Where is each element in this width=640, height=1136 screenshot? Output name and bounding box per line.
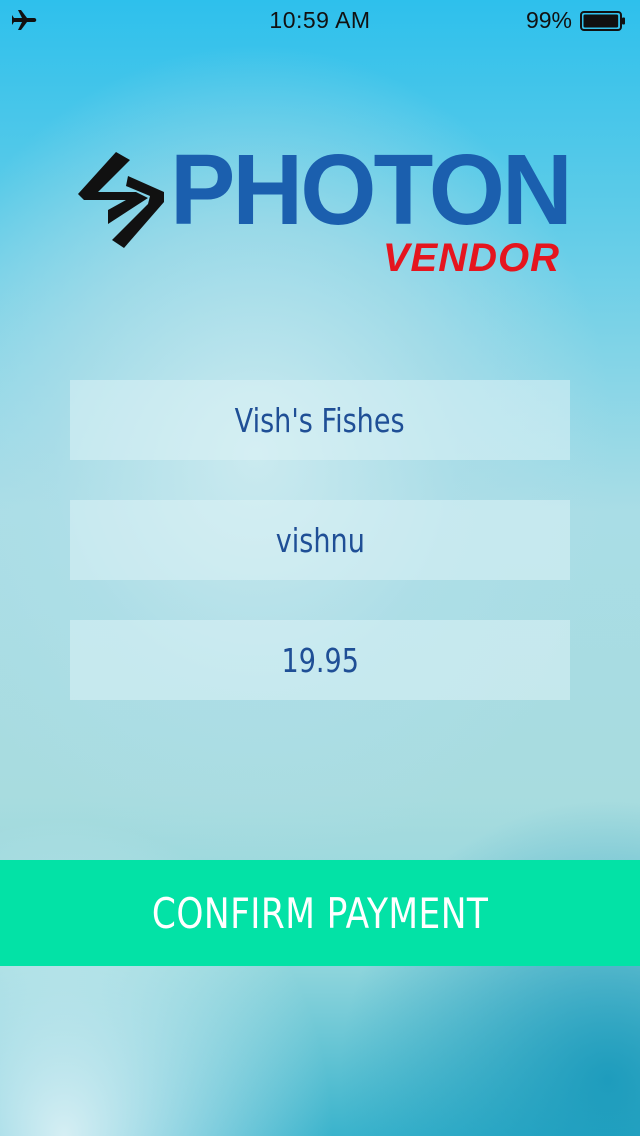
- confirm-payment-button[interactable]: CONFIRM PAYMENT: [0, 860, 640, 966]
- logo-wordmark: PHOTON: [170, 134, 573, 246]
- logo-subtitle: VENDOR: [382, 236, 560, 280]
- amount-value: 19.95: [281, 640, 359, 680]
- photon-vendor-logo: PHOTON VENDOR: [78, 140, 573, 285]
- username-value: vishnu: [275, 520, 365, 560]
- confirm-payment-label: CONFIRM PAYMENT: [151, 888, 489, 938]
- status-bar: 10:59 AM 99%: [0, 0, 640, 40]
- username-field[interactable]: vishnu: [70, 500, 570, 580]
- photon-bolt-logo-icon: [78, 152, 164, 248]
- battery-icon: [580, 11, 625, 31]
- store-name-value: Vish's Fishes: [235, 400, 405, 440]
- battery-percent: 99%: [525, 7, 572, 33]
- store-name-field[interactable]: Vish's Fishes: [70, 380, 570, 460]
- amount-field[interactable]: 19.95: [70, 620, 570, 700]
